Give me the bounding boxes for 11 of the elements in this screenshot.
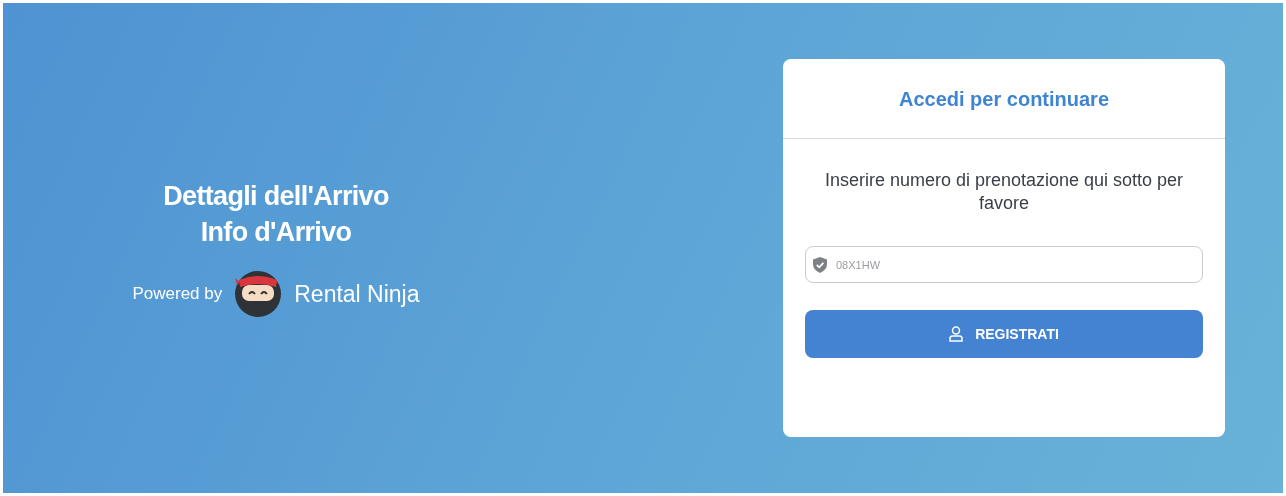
instructions-text: Inserire numero di prenotazione qui sotto per favore: [823, 169, 1185, 215]
register-button[interactable]: REGISTRATI: [805, 310, 1203, 358]
powered-by-text: Powered by: [132, 283, 223, 306]
brand-name: Rental Ninja: [294, 279, 420, 309]
shield-check-icon: [813, 257, 827, 273]
hero-title: Info d'Arrivo: [200, 216, 352, 249]
ninja-logo-icon: [234, 270, 283, 318]
card-title: Accedi per continuare: [898, 86, 1110, 112]
booking-number-field[interactable]: 08X1HW: [805, 246, 1203, 283]
hero-title: Dettagli dell'Arrivo: [163, 180, 389, 213]
user-icon: [949, 326, 964, 342]
